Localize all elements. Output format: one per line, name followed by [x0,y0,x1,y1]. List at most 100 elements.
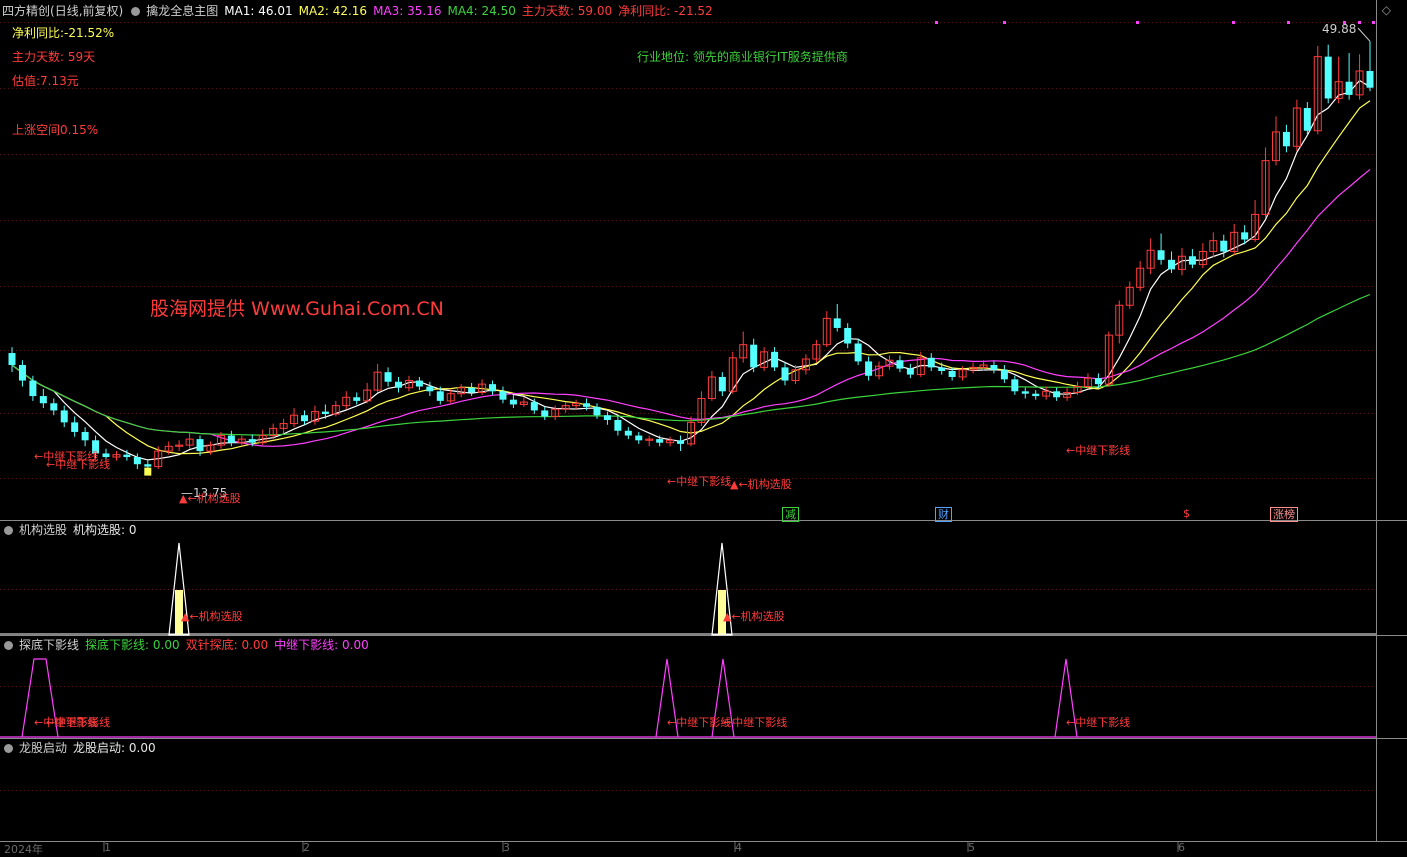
candle-body-down [1168,259,1176,270]
candle-body-down [1282,131,1290,147]
watermark-text: 股海网提供 Www.Guhai.Com.CN [150,298,444,320]
zhongji-annotation-2: ←中继下影线 [46,458,111,471]
tandi-sub-annotation-5: ←中继下影线 [1066,716,1131,729]
double-needle-value: 双针探底: 0.00 [185,638,269,652]
axis-year: 2024年 [4,843,43,856]
jigou-label: ←机构选股 [731,610,785,623]
candle-body-down [196,439,204,452]
candle-body-down [50,403,58,411]
candle-body-down [1324,56,1332,99]
candle-body-down [603,415,611,420]
jigou-label: ←机构选股 [189,610,243,623]
tandi-sub-annotation-2: ←中继下影线 [46,716,111,729]
axis-month: 3 [503,841,510,854]
candle-body-down [927,357,935,368]
candle-body-down [938,367,946,371]
info-upside: 上涨空间0.15% [12,123,99,137]
candle-body-down [321,411,329,415]
ma4-value: MA4: 24.50 [447,4,516,18]
candle-body-down [300,415,308,422]
jigou-sub-annotation-1: ▲←机构选股 [181,608,243,624]
gear-icon[interactable] [4,641,13,650]
expand-diamond-icon[interactable]: ◇ [1382,3,1391,17]
candle-body-down [781,367,789,381]
candle-body-down [384,372,392,382]
candle-body-down [248,439,256,443]
candle-body-down [844,327,852,344]
candle-body-down [896,360,904,369]
candle-body-down [1220,240,1228,252]
candle-body-down [489,384,497,392]
candle-body-down [123,454,131,458]
badge-finance[interactable]: 财 [935,507,952,522]
candle-body-down [71,422,79,432]
axis-month: 4 [735,841,742,854]
candle-body-down [60,410,68,423]
gear-icon[interactable] [131,7,141,16]
main-days-value: 主力天数: 59.00 [521,4,613,18]
gear-icon[interactable] [4,744,13,753]
indicator-name[interactable]: 擒龙全息主图 [146,4,218,18]
badge-dollar[interactable]: $ [1181,507,1192,520]
gear-icon[interactable] [4,526,13,535]
candle-body-down [395,381,403,388]
ma2-line [11,100,1371,455]
zhongji-annotation-3: ←中继下影线 [1066,444,1131,457]
candle-body-down [624,430,632,436]
industry-position: 行业地位: 领先的商业银行IT服务提供商 [637,50,848,64]
signal-dot [935,21,938,24]
jigou-label: ←机构选股 [187,492,241,505]
ma1-line [11,79,1371,461]
candle-body-down [415,380,423,387]
signal-dot [1136,21,1139,24]
longgu-panel-title[interactable]: 龙股启动 [19,741,67,755]
candle-body-down [614,419,622,431]
candle-body-down [1032,393,1040,397]
high-price-label: 49.88 [1322,22,1357,36]
candle-body-down [499,391,507,400]
period-label: (日线,前复权) [50,4,124,18]
axis-month: 1 [104,841,111,854]
candle-body-down [8,353,16,366]
candle-body-down [750,344,758,368]
stock-name: 四方精创 [2,4,51,18]
signal-dot [1287,21,1290,24]
candle-body-down [227,435,235,443]
candle-body-down [39,396,47,404]
candle-body-down [948,370,956,377]
badge-reduce[interactable]: 减 [782,507,799,522]
candle-body-down [1094,378,1102,385]
badge-rise-list[interactable]: 涨榜 [1270,507,1298,522]
tandi-value: 探底下影线: 0.00 [85,638,180,652]
candle-body-down [436,391,444,401]
net-profit-value: 净利同比: -21.52 [618,4,713,18]
tandi-panel-title[interactable]: 探底下影线 [19,638,79,652]
candle-body-down [906,368,914,375]
ma1-value: MA1: 46.01 [224,4,293,18]
axis-month: 5 [968,841,975,854]
candle-body-down [1021,391,1029,394]
candle-body-down [1303,108,1311,131]
candle-body-down [29,380,37,397]
ma3-value: MA3: 35.16 [373,4,442,18]
signal-dot [1358,21,1361,24]
jigou-panel-title[interactable]: 机构选股 [19,523,67,537]
tandi-sub-annotation-3: ←中继下影线 [667,716,732,729]
candle-body-down [1345,81,1353,95]
candle-body-down [718,376,726,392]
jigou-panel-value: 机构选股: 0 [73,523,137,537]
candle-body-down [1188,256,1196,265]
candle-body-down [833,318,841,328]
candle-body-down [133,457,141,465]
candle-body-down [509,399,517,405]
jigou-label: ←机构选股 [738,478,792,491]
longgu-panel-value: 龙股启动: 0.00 [73,741,156,755]
candle-body-down [1000,369,1008,380]
longgu-panel-header: 龙股启动 龙股启动: 0.00 [2,740,162,756]
info-valuation: 估值:7.13元 [12,74,79,88]
candle-body-down [771,351,779,368]
candle-body-down [1053,391,1061,398]
candle-body-down [677,440,685,444]
zhongji-value: 中继下影线: 0.00 [274,638,369,652]
jigou-sub-annotation-2: ▲←机构选股 [723,608,785,624]
